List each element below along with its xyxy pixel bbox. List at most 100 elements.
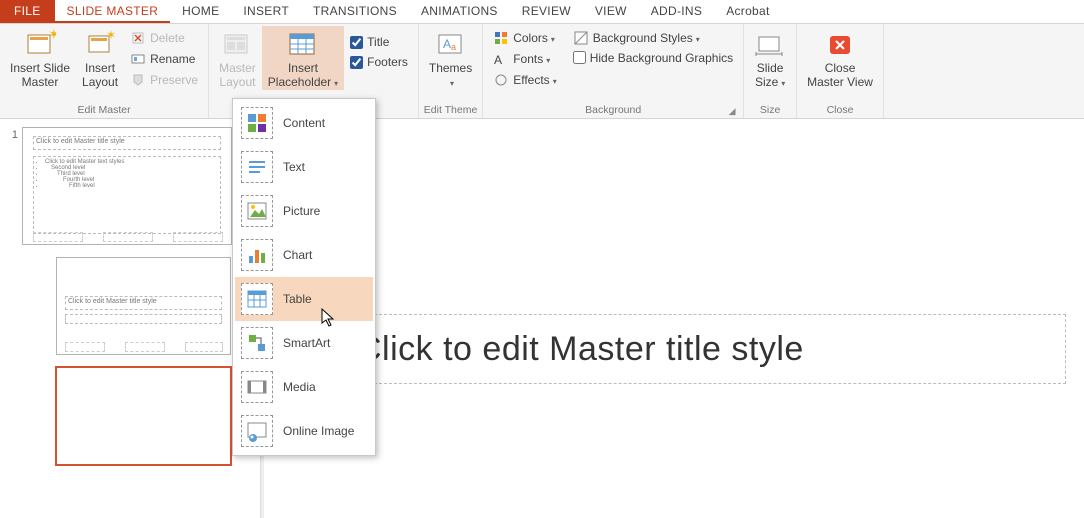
colors-button[interactable]: Colors [487,28,562,49]
tab-acrobat[interactable]: Acrobat [714,0,781,23]
master-layout-button: MasterLayout [213,26,262,90]
title-placeholder[interactable]: Click to edit Master title style [354,314,1066,384]
online-image-icon [241,415,273,447]
placeholder-text[interactable]: Text [235,145,373,189]
slide-size-icon [754,29,786,61]
tab-view[interactable]: VIEW [583,0,639,23]
close-master-label: CloseMaster View [807,62,873,90]
placeholder-text-label: Text [283,160,305,174]
tab-addins[interactable]: ADD-INS [639,0,714,23]
ribbon: ✶ Insert SlideMaster ✶ InsertLayout Dele… [0,24,1084,119]
title-checkbox[interactable]: Title [344,32,414,52]
placeholder-chart[interactable]: Chart [235,233,373,277]
placeholder-content[interactable]: Content [235,101,373,145]
insert-slide-master-label: Insert SlideMaster [10,62,70,90]
ribbon-tabs: FILE SLIDE MASTER HOME INSERT TRANSITION… [0,0,1084,24]
hide-background-label: Hide Background Graphics [590,51,733,65]
delete-button: Delete [124,28,204,49]
chart-icon [241,239,273,271]
placeholder-smartart[interactable]: SmartArt [235,321,373,365]
title-checkbox-label: Title [367,35,389,49]
placeholder-media[interactable]: Media [235,365,373,409]
master-thumbnail[interactable]: Click to edit Master title style Click t… [22,127,232,245]
insert-slide-master-button[interactable]: ✶ Insert SlideMaster [4,26,76,90]
master-thumb-body: Click to edit Master text styles Second … [33,156,221,234]
group-background: Colors A Fonts Effects Background Styles… [483,24,744,118]
placeholder-online-image[interactable]: Online Image [235,409,373,453]
tab-transitions[interactable]: TRANSITIONS [301,0,409,23]
hide-background-checkbox[interactable]: Hide Background Graphics [567,49,739,67]
footers-checkbox-input[interactable] [350,56,363,69]
placeholder-chart-label: Chart [283,248,312,262]
group-label-edit-theme: Edit Theme [423,103,478,118]
tab-slide-master[interactable]: SLIDE MASTER [55,0,171,23]
preserve-button: Preserve [124,70,204,91]
insert-slide-master-icon: ✶ [24,29,56,61]
footer-ph [173,232,223,242]
group-label-edit-master: Edit Master [4,103,204,118]
background-styles-button[interactable]: Background Styles [567,28,739,49]
footers-checkbox-label: Footers [367,55,408,69]
smartart-icon [241,327,273,359]
rename-label: Rename [150,51,195,68]
close-master-view-button[interactable]: CloseMaster View [801,26,879,90]
hide-background-checkbox-input[interactable] [573,51,586,64]
insert-placeholder-label: InsertPlaceholder [268,62,338,90]
background-styles-icon [573,30,589,46]
footer-ph [103,232,153,242]
insert-placeholder-button[interactable]: InsertPlaceholder [262,26,344,90]
placeholder-picture-label: Picture [283,204,320,218]
footers-checkbox[interactable]: Footers [344,52,414,72]
footer-ph [125,342,165,352]
placeholder-table-label: Table [283,292,312,306]
themes-button[interactable]: Aa Themes [423,26,478,90]
insert-layout-label: InsertLayout [82,62,118,90]
slide-size-button[interactable]: SlideSize [748,26,792,90]
layout-thumbnail-2[interactable] [56,367,231,465]
chevron-down-icon [447,75,454,89]
placeholder-content-label: Content [283,116,325,130]
rename-button[interactable]: Rename [124,49,204,70]
content-icon [241,107,273,139]
effects-button[interactable]: Effects [487,70,562,91]
chevron-down-icon [331,75,338,89]
layout-thumbnail-1[interactable]: Click to edit Master title style [56,257,231,355]
group-close: CloseMaster View Close [797,24,884,118]
svg-text:✶: ✶ [106,29,116,42]
preserve-label: Preserve [150,72,198,89]
colors-icon [493,30,509,46]
group-label-close: Close [801,103,879,118]
dialog-launcher-icon[interactable]: ◢ [727,106,737,116]
tab-insert[interactable]: INSERT [231,0,301,23]
effects-label: Effects [513,72,556,89]
rename-icon [130,51,146,67]
fonts-label: Fonts [513,51,550,68]
themes-icon: Aa [435,29,467,61]
placeholder-picture[interactable]: Picture [235,189,373,233]
fonts-button[interactable]: A Fonts [487,49,562,70]
tab-home[interactable]: HOME [170,0,231,23]
placeholder-smartart-label: SmartArt [283,336,330,350]
master-thumb-title: Click to edit Master title style [33,136,221,150]
slide-edit-area[interactable]: Click to edit Master title style [264,119,1084,518]
delete-icon [130,30,146,46]
close-icon [824,29,856,61]
insert-placeholder-icon [287,29,319,61]
title-checkbox-input[interactable] [350,36,363,49]
master-number: 1 [4,127,18,141]
slide-canvas[interactable]: Click to edit Master title style [354,184,1074,474]
placeholder-media-label: Media [283,380,316,394]
placeholder-table[interactable]: Table [235,277,373,321]
tab-animations[interactable]: ANIMATIONS [409,0,510,23]
svg-text:A: A [443,37,451,51]
svg-text:a: a [451,42,456,52]
layout1-title: Click to edit Master title style [65,296,222,310]
master-layout-label: MasterLayout [219,62,256,90]
insert-layout-button[interactable]: ✶ InsertLayout [76,26,124,90]
thumbnail-pane[interactable]: 1 Click to edit Master title style Click… [0,119,260,518]
group-edit-theme: Aa Themes Edit Theme [419,24,483,118]
placeholder-online-image-label: Online Image [283,424,354,438]
workspace: 1 Click to edit Master title style Click… [0,119,1084,518]
tab-review[interactable]: REVIEW [510,0,583,23]
tab-file[interactable]: FILE [0,0,55,23]
